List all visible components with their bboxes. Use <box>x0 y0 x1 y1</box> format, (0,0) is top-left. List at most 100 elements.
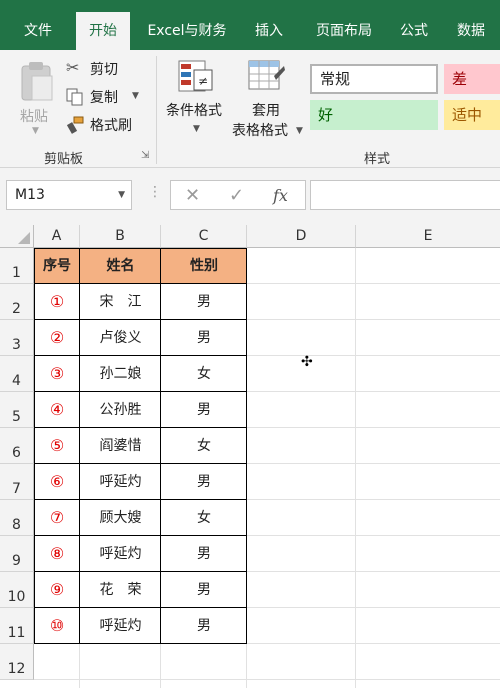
conditional-format-button[interactable]: ≠ 条件格式 ▼ <box>164 58 228 144</box>
name-box[interactable]: M13 ▼ <box>6 180 132 210</box>
tab-insert[interactable]: 插入 <box>244 12 294 50</box>
column-header-d[interactable]: D <box>247 225 356 248</box>
row-header[interactable]: 1 <box>0 248 34 284</box>
dialog-launcher-icon[interactable]: ⇲ <box>141 150 149 161</box>
table-border <box>79 248 80 644</box>
chevron-down-icon[interactable]: ▼ <box>118 181 125 209</box>
table-border <box>34 248 247 249</box>
gridline <box>34 679 500 680</box>
ribbon-home: 粘贴 ▼ ✂ 剪切 复制 ▼ 格式刷 剪贴板 ⇲ ≠ 条件格式 ▼ 套用 表格格… <box>0 50 500 168</box>
format-as-table-dropdown-icon[interactable]: ▼ <box>296 126 303 136</box>
paste-button[interactable]: 粘贴 ▼ <box>14 58 58 140</box>
drag-handle-icon[interactable]: ⋮ <box>148 184 162 200</box>
table-header-cell[interactable]: 姓名 <box>80 248 161 284</box>
table-border <box>34 463 247 464</box>
cell-style-neutral[interactable]: 适中 <box>444 100 500 130</box>
table-cell[interactable]: 呼延灼 <box>80 608 161 644</box>
row-header[interactable]: 7 <box>0 464 34 500</box>
column-header-b[interactable]: B <box>80 225 161 248</box>
cancel-icon[interactable]: ✕ <box>185 185 200 206</box>
table-cell[interactable]: 女 <box>161 356 247 392</box>
row-header[interactable]: 2 <box>0 284 34 320</box>
table-cell[interactable]: 男 <box>161 572 247 608</box>
table-cell[interactable]: ④ <box>34 392 80 428</box>
table-cell[interactable]: 男 <box>161 536 247 572</box>
column-header-e[interactable]: E <box>356 225 500 248</box>
row-header[interactable]: 3 <box>0 320 34 356</box>
table-cell[interactable]: ⑦ <box>34 500 80 536</box>
table-cell[interactable]: 男 <box>161 608 247 644</box>
table-cell[interactable]: 阎婆惜 <box>80 428 161 464</box>
column-header-a[interactable]: A <box>34 225 80 248</box>
table-cell[interactable]: ① <box>34 284 80 320</box>
tab-data[interactable]: 数据 <box>446 12 496 50</box>
table-cell[interactable]: 顾大嫂 <box>80 500 161 536</box>
tab-excel-finance[interactable]: Excel与财务 <box>138 12 236 50</box>
table-border <box>246 248 247 644</box>
table-cell[interactable]: 男 <box>161 464 247 500</box>
tab-home[interactable]: 开始 <box>76 12 130 50</box>
insert-function-icon[interactable]: fx <box>273 186 288 205</box>
conditional-format-dropdown-icon[interactable]: ▼ <box>193 124 200 134</box>
paste-label: 粘贴 <box>20 109 48 125</box>
paste-dropdown-icon[interactable]: ▼ <box>32 126 39 136</box>
tab-page-layout[interactable]: 页面布局 <box>302 12 386 50</box>
copy-icon <box>66 88 83 106</box>
format-as-table-button[interactable]: 套用 表格格式 ▼ <box>232 58 306 144</box>
table-border <box>34 355 247 356</box>
row-header[interactable]: 5 <box>0 392 34 428</box>
row-header[interactable]: 11 <box>0 608 34 644</box>
table-cell[interactable]: ⑩ <box>34 608 80 644</box>
table-cell[interactable]: 孙二娘 <box>80 356 161 392</box>
table-cell[interactable]: 呼延灼 <box>80 536 161 572</box>
conditional-format-icon: ≠ <box>178 60 213 92</box>
table-cell[interactable]: 卢俊义 <box>80 320 161 356</box>
table-border <box>34 248 35 644</box>
table-cell[interactable]: ② <box>34 320 80 356</box>
table-cell[interactable]: ⑧ <box>34 536 80 572</box>
row-header[interactable]: 12 <box>0 644 34 680</box>
tab-formulas[interactable]: 公式 <box>392 12 436 50</box>
format-painter-button[interactable]: 格式刷 <box>66 114 146 136</box>
gridline <box>355 248 356 688</box>
table-border <box>34 283 247 284</box>
cell-cursor-icon: ✣ <box>301 354 313 370</box>
table-cell[interactable]: 男 <box>161 284 247 320</box>
cut-button[interactable]: ✂ 剪切 <box>66 58 146 80</box>
worksheet-grid[interactable]: A B C D E 1 2 3 4 5 6 7 8 9 10 11 12 序号 姓名 性别 ① 宋 江男 ② 卢俊… <box>0 225 500 688</box>
table-cell[interactable]: ⑨ <box>34 572 80 608</box>
copy-button[interactable]: 复制 ▼ <box>66 86 146 108</box>
scissors-icon: ✂ <box>66 58 80 77</box>
table-cell[interactable]: ⑥ <box>34 464 80 500</box>
enter-icon[interactable]: ✓ <box>229 185 244 206</box>
table-cell[interactable]: 女 <box>161 428 247 464</box>
table-cell[interactable]: 女 <box>161 500 247 536</box>
name-box-value: M13 <box>15 187 45 203</box>
ribbon-separator <box>156 56 157 164</box>
table-border <box>34 319 247 320</box>
table-cell[interactable]: 男 <box>161 392 247 428</box>
table-cell[interactable]: ⑤ <box>34 428 80 464</box>
formula-input[interactable] <box>310 180 500 210</box>
cell-style-normal[interactable]: 常规 <box>310 64 438 94</box>
row-header[interactable]: 10 <box>0 572 34 608</box>
cell-style-bad[interactable]: 差 <box>444 64 500 94</box>
tab-file[interactable]: 文件 <box>10 12 66 50</box>
row-header[interactable]: 8 <box>0 500 34 536</box>
table-cell[interactable]: ③ <box>34 356 80 392</box>
column-header-c[interactable]: C <box>161 225 247 248</box>
table-cell[interactable]: 呼延灼 <box>80 464 161 500</box>
select-all-button[interactable] <box>0 225 34 248</box>
table-header-cell[interactable]: 性别 <box>161 248 247 284</box>
row-header[interactable]: 9 <box>0 536 34 572</box>
table-cell[interactable]: 公孙胜 <box>80 392 161 428</box>
copy-dropdown-icon[interactable]: ▼ <box>132 91 139 101</box>
row-header[interactable]: 4 <box>0 356 34 392</box>
cell-style-good[interactable]: 好 <box>310 100 438 130</box>
row-header[interactable]: 6 <box>0 428 34 464</box>
table-cell[interactable]: 花 荣 <box>80 572 161 608</box>
table-cell[interactable]: 男 <box>161 320 247 356</box>
table-cell[interactable]: 宋 江 <box>80 284 161 320</box>
table-header-cell[interactable]: 序号 <box>34 248 80 284</box>
conditional-format-label: 条件格式 <box>166 103 222 119</box>
